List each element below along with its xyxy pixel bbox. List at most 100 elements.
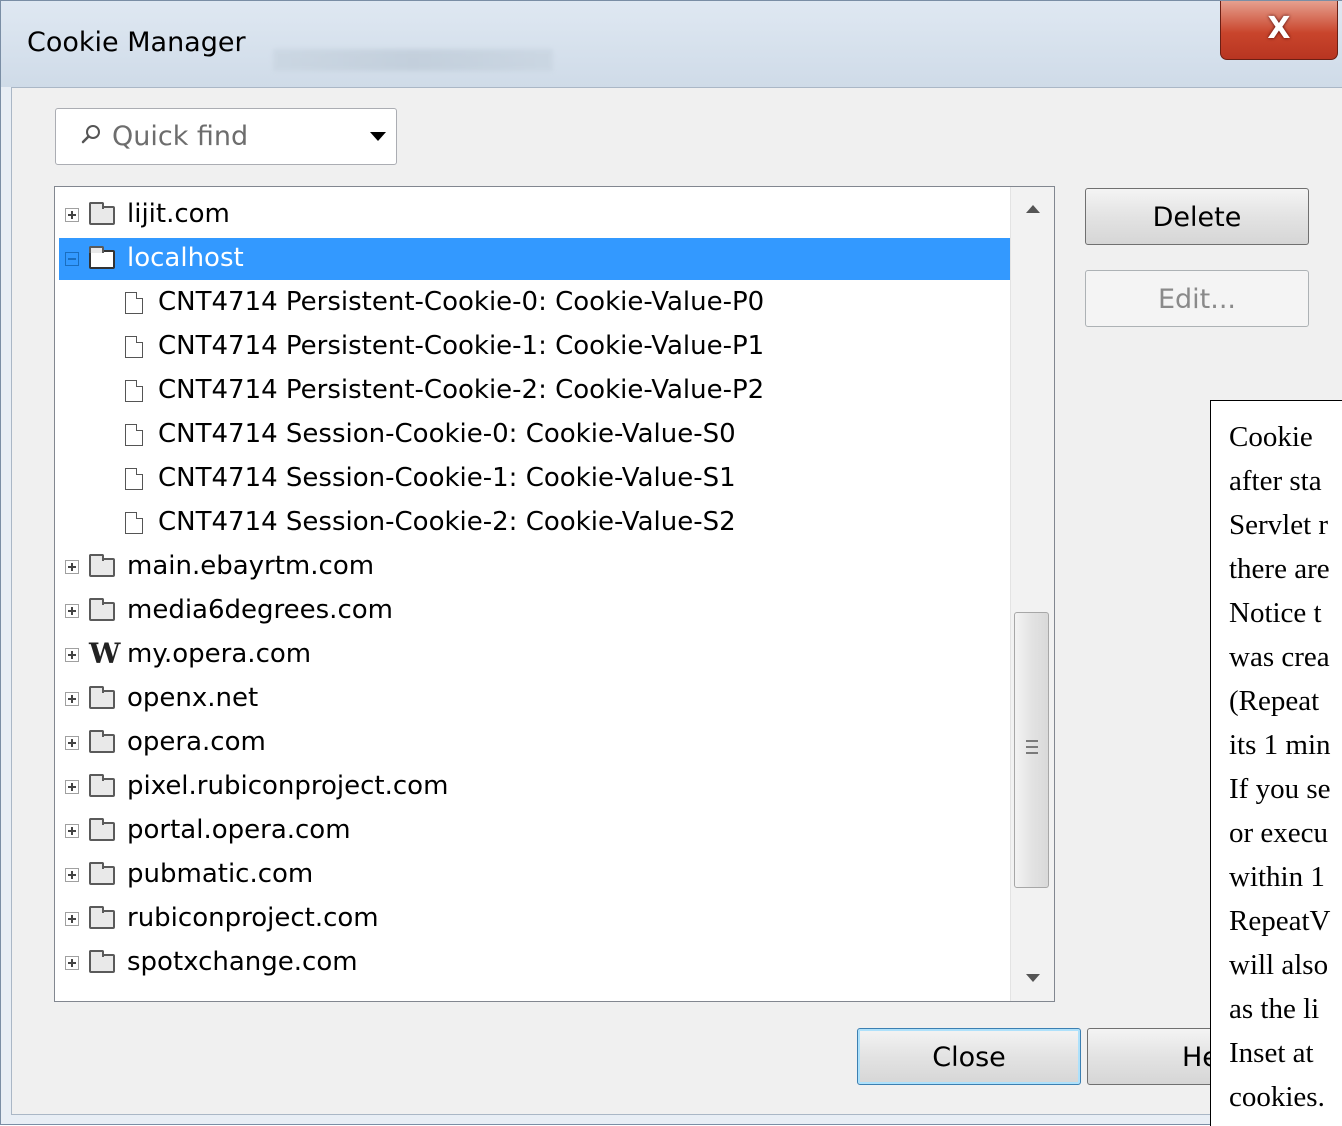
tree-domain-row[interactable]: localhost: [59, 238, 1010, 280]
delete-button[interactable]: Delete: [1085, 188, 1309, 245]
folder-icon: [89, 686, 115, 709]
tree-domain-row[interactable]: openx.net: [59, 678, 1010, 720]
annotation-line: after sta: [1229, 465, 1322, 497]
tree-item-label: portal.opera.com: [127, 815, 351, 845]
tree-domain-row[interactable]: main.ebayrtm.com: [59, 546, 1010, 588]
tree-cookie-row[interactable]: CNT4714 Session-Cookie-2: Cookie-Value-S…: [59, 502, 1010, 544]
title-bar[interactable]: Cookie Manager X: [1, 1, 1342, 87]
cookie-file-icon: [125, 468, 143, 490]
grip-icon: [1026, 752, 1038, 754]
annotation-line: Notice t: [1229, 597, 1322, 629]
w-icon: W: [89, 637, 121, 670]
window-close-button[interactable]: X: [1220, 1, 1338, 60]
tree-item-label: CNT4714 Session-Cookie-1: Cookie-Value-S…: [158, 463, 736, 493]
folder-icon: [89, 202, 115, 225]
expand-icon[interactable]: [65, 780, 79, 794]
tree-cookie-row[interactable]: CNT4714 Persistent-Cookie-2: Cookie-Valu…: [59, 370, 1010, 412]
tree-item-label: pixel.rubiconproject.com: [127, 771, 449, 801]
tree-item-label: lijit.com: [127, 199, 230, 229]
tree-domain-row[interactable]: lijit.com: [59, 194, 1010, 236]
tree-item-label: spotxchange.com: [127, 947, 358, 977]
folder-icon: [89, 818, 115, 841]
annotation-line: its 1 min: [1229, 729, 1331, 761]
folder-icon: [89, 862, 115, 885]
tree-cookie-row[interactable]: CNT4714 Persistent-Cookie-0: Cookie-Valu…: [59, 282, 1010, 324]
quick-find-combobox[interactable]: Quick find: [55, 108, 397, 165]
tree-item-label: localhost: [127, 243, 244, 273]
tree-domain-row[interactable]: pubmatic.com: [59, 854, 1010, 896]
tree-item-label: CNT4714 Persistent-Cookie-0: Cookie-Valu…: [158, 287, 765, 317]
tree-domain-row[interactable]: media6degrees.com: [59, 590, 1010, 632]
expand-icon[interactable]: [65, 956, 79, 970]
annotation-line: within 1: [1229, 861, 1325, 893]
tree-item-label: my.opera.com: [127, 639, 312, 669]
expand-icon[interactable]: [65, 648, 79, 662]
cookie-tree[interactable]: lijit.com localhost CNT4714 Persistent-Coo…: [54, 186, 1055, 1002]
cookie-file-icon: [125, 380, 143, 402]
expand-icon[interactable]: [65, 560, 79, 574]
edit-button[interactable]: Edit...: [1085, 270, 1309, 327]
annotation-callout: Cookie after sta Servlet r there are Not…: [1210, 400, 1342, 1126]
tree-domain-row[interactable]: Wmy.opera.com: [59, 634, 1010, 676]
tree-domain-row[interactable]: opera.com: [59, 722, 1010, 764]
tree-item-label: rubiconproject.com: [127, 903, 379, 933]
scroll-up-arrow-icon[interactable]: [1026, 205, 1040, 213]
tree-domain-row[interactable]: spotxchange.com: [59, 942, 1010, 984]
cookie-manager-window: Cookie Manager X Quick find lijit.com loc…: [0, 0, 1342, 1126]
tree-item-label: CNT4714 Persistent-Cookie-2: Cookie-Valu…: [158, 375, 765, 405]
background-tabs-ghost: [273, 49, 553, 71]
tree-cookie-row[interactable]: CNT4714 Session-Cookie-1: Cookie-Value-S…: [59, 458, 1010, 500]
tree-item-label: main.ebayrtm.com: [127, 551, 375, 581]
tree-cookie-row[interactable]: CNT4714 Persistent-Cookie-1: Cookie-Valu…: [59, 326, 1010, 368]
tree-domain-row[interactable]: portal.opera.com: [59, 810, 1010, 852]
expand-icon[interactable]: [65, 692, 79, 706]
expand-icon[interactable]: [65, 824, 79, 838]
expand-icon[interactable]: [65, 208, 79, 222]
tree-cookie-row[interactable]: CNT4714 Session-Cookie-0: Cookie-Value-S…: [59, 414, 1010, 456]
cookie-file-icon: [125, 512, 143, 534]
folder-icon: [89, 598, 115, 621]
close-icon: X: [1267, 11, 1291, 46]
expand-icon[interactable]: [65, 868, 79, 882]
expand-icon[interactable]: [65, 736, 79, 750]
annotation-line: as the li: [1229, 993, 1320, 1025]
window-title: Cookie Manager: [27, 27, 246, 58]
tree-domain-row[interactable]: rubiconproject.com: [59, 898, 1010, 940]
annotation-line: Servlet r: [1229, 509, 1329, 541]
chevron-down-icon[interactable]: [370, 132, 386, 141]
scroll-down-arrow-icon[interactable]: [1026, 974, 1040, 982]
tree-item-label: CNT4714 Session-Cookie-0: Cookie-Value-S…: [158, 419, 736, 449]
folder-icon: [89, 774, 115, 797]
folder-open-icon: [89, 246, 115, 269]
annotation-line: will also: [1229, 949, 1329, 981]
cookie-file-icon: [125, 292, 143, 314]
expand-icon[interactable]: [65, 912, 79, 926]
tree-item-label: CNT4714 Session-Cookie-2: Cookie-Value-S…: [158, 507, 736, 537]
tree-item-label: openx.net: [127, 683, 259, 713]
expand-icon[interactable]: [65, 604, 79, 618]
scrollbar-thumb[interactable]: [1014, 612, 1049, 888]
folder-icon: [89, 730, 115, 753]
annotation-line: was crea: [1229, 641, 1330, 673]
tree-domain-row[interactable]: pixel.rubiconproject.com: [59, 766, 1010, 808]
annotation-line: cookies.: [1229, 1081, 1325, 1113]
annotation-line: Cookie: [1229, 421, 1313, 453]
cookie-file-icon: [125, 424, 143, 446]
search-icon: [81, 125, 100, 144]
collapse-icon[interactable]: [65, 252, 79, 266]
tree-item-label: CNT4714 Persistent-Cookie-1: Cookie-Valu…: [158, 331, 765, 361]
folder-icon: [89, 906, 115, 929]
cookie-file-icon: [125, 336, 143, 358]
tree-item-label: opera.com: [127, 727, 266, 757]
grip-icon: [1026, 740, 1038, 742]
folder-icon: [89, 950, 115, 973]
annotation-line: Inset at: [1229, 1037, 1314, 1069]
annotation-line: If you se: [1229, 773, 1331, 805]
vertical-scrollbar[interactable]: [1010, 187, 1054, 1001]
annotation-line: RepeatV: [1229, 905, 1331, 937]
close-button[interactable]: Close: [857, 1028, 1081, 1085]
annotation-line: (Repeat: [1229, 685, 1320, 717]
folder-icon: [89, 554, 115, 577]
annotation-line: there are: [1229, 553, 1330, 585]
grip-icon: [1026, 746, 1038, 748]
